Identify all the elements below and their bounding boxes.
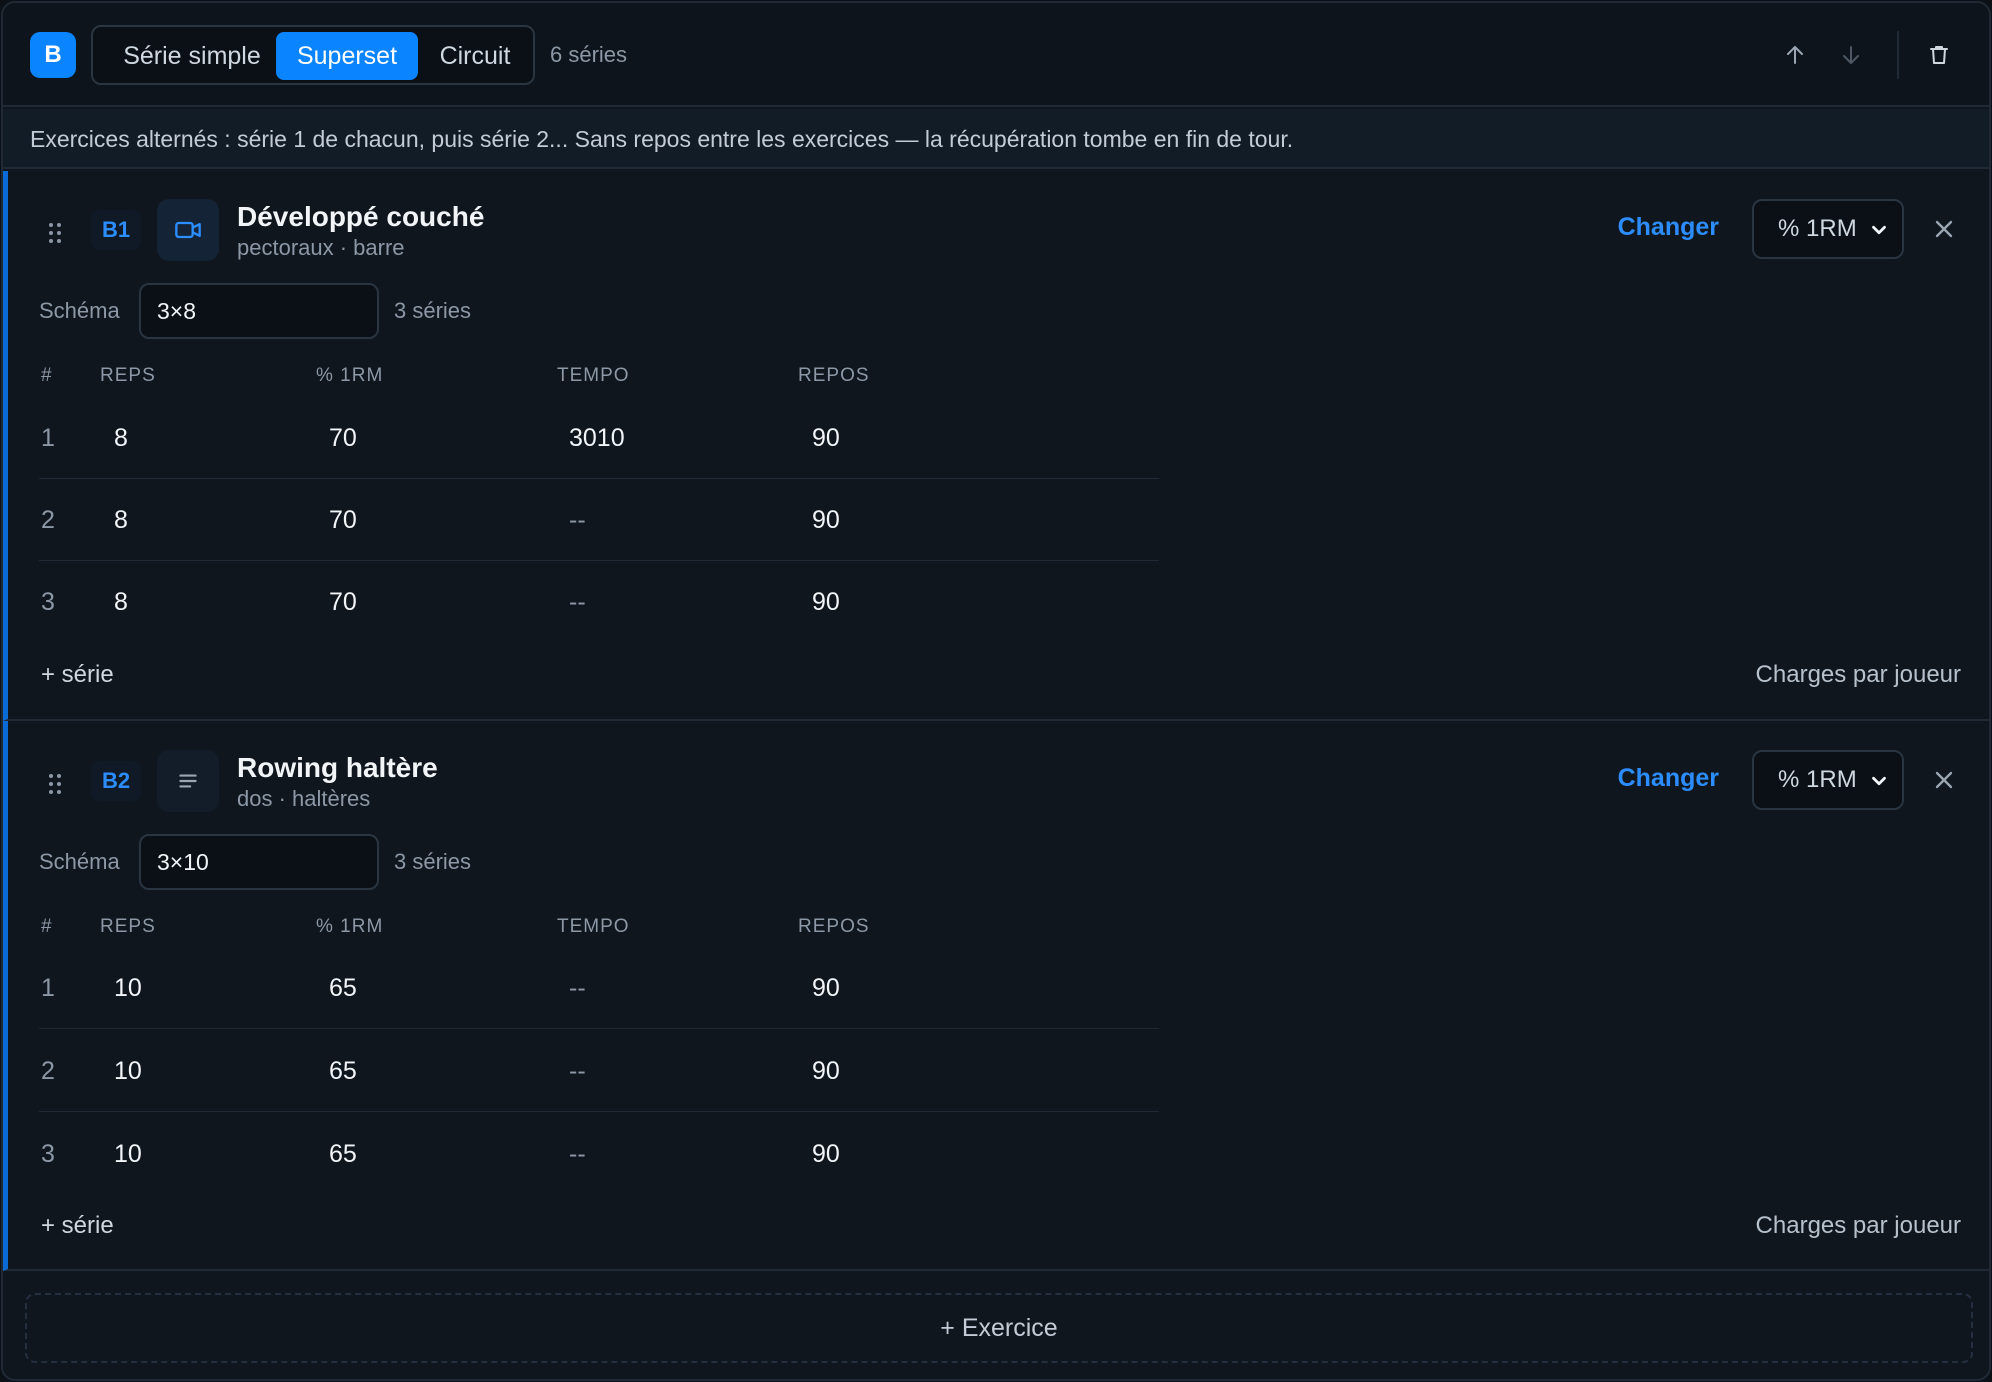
- exercise-card-b1: B1 Développé couché pectoraux · barre Ch…: [3, 171, 1989, 721]
- schema-label: Schéma: [39, 849, 120, 874]
- superset-block: B Série simple Superset Circuit 6 séries…: [1, 1, 1991, 1381]
- row-index: 1: [41, 974, 55, 1002]
- mode-superset-button[interactable]: Superset: [276, 32, 418, 80]
- table-row: 3 8 70 -- 90: [39, 561, 1159, 643]
- chevron-down-icon: [1872, 225, 1886, 235]
- percent-cell[interactable]: 70: [329, 479, 357, 561]
- schema-input[interactable]: [139, 283, 379, 339]
- rest-cell[interactable]: 90: [812, 1030, 840, 1112]
- block-info-text: Exercices alternés : série 1 de chacun, …: [3, 109, 1989, 169]
- column-header-reps: REPS: [100, 365, 156, 386]
- reps-cell[interactable]: 10: [114, 1113, 142, 1195]
- percent-cell[interactable]: 70: [329, 397, 357, 479]
- block-letter-badge: B: [30, 32, 76, 78]
- reps-cell[interactable]: 10: [114, 947, 142, 1029]
- add-series-button[interactable]: + série: [41, 661, 114, 689]
- schema-input[interactable]: [139, 834, 379, 890]
- tempo-cell[interactable]: --: [569, 479, 586, 561]
- load-unit-select[interactable]: % 1RM: [1752, 199, 1904, 259]
- change-exercise-link[interactable]: Changer: [1618, 764, 1719, 793]
- chevron-down-icon: [1872, 776, 1886, 786]
- block-header: B Série simple Superset Circuit 6 séries: [3, 3, 1989, 107]
- percent-cell[interactable]: 70: [329, 561, 357, 643]
- schema-series-count: 3 séries: [394, 849, 472, 874]
- delete-block-button[interactable]: [1921, 37, 1957, 73]
- rest-cell[interactable]: 90: [812, 397, 840, 479]
- drag-handle-icon[interactable]: [46, 772, 64, 796]
- row-index: 1: [41, 424, 55, 452]
- row-index: 2: [41, 1057, 55, 1085]
- schema-label: Schéma: [39, 298, 120, 323]
- block-series-count: 6 séries: [550, 42, 628, 67]
- load-unit-value: % 1RM: [1778, 215, 1857, 242]
- tempo-cell[interactable]: --: [569, 947, 586, 1029]
- charges-par-joueur-link[interactable]: Charges par joueur: [1756, 1212, 1961, 1240]
- rest-cell[interactable]: 90: [812, 1113, 840, 1195]
- exercise-card-b2: B2 Rowing haltère dos · haltères Changer…: [3, 721, 1989, 1271]
- load-unit-value: % 1RM: [1778, 766, 1857, 793]
- table-row: 2 10 65 -- 90: [39, 1030, 1159, 1112]
- percent-cell[interactable]: 65: [329, 947, 357, 1029]
- add-exercise-button[interactable]: + Exercice: [25, 1293, 1973, 1363]
- row-index: 2: [41, 506, 55, 534]
- header-separator: [1897, 31, 1899, 79]
- rest-cell[interactable]: 90: [812, 947, 840, 1029]
- mode-circuit-button[interactable]: Circuit: [419, 32, 531, 80]
- remove-exercise-close-icon[interactable]: [1930, 766, 1958, 794]
- move-up-button[interactable]: [1777, 37, 1813, 73]
- charges-par-joueur-link[interactable]: Charges par joueur: [1756, 661, 1961, 689]
- tempo-cell[interactable]: 3010: [569, 397, 625, 479]
- percent-cell[interactable]: 65: [329, 1113, 357, 1195]
- reps-cell[interactable]: 8: [114, 397, 128, 479]
- mode-serie-simple-button[interactable]: Série simple: [101, 32, 283, 80]
- column-header-reps: REPS: [100, 916, 156, 937]
- exercise-subtitle: dos · haltères: [237, 786, 371, 811]
- exercise-name: Rowing haltère: [237, 752, 438, 783]
- column-header-tempo: TEMPO: [557, 916, 630, 937]
- column-header-index: #: [41, 916, 53, 937]
- trash-icon: [1930, 46, 1948, 64]
- table-row: 2 8 70 -- 90: [39, 479, 1159, 561]
- table-row: 1 8 70 3010 90: [39, 397, 1159, 479]
- text-lines-icon: [179, 774, 197, 788]
- arrow-up-icon: [1787, 46, 1803, 64]
- exercise-code: B2: [91, 761, 141, 801]
- reps-cell[interactable]: 10: [114, 1030, 142, 1112]
- arrow-down-icon: [1843, 46, 1859, 64]
- percent-cell[interactable]: 65: [329, 1030, 357, 1112]
- table-row: 3 10 65 -- 90: [39, 1113, 1159, 1195]
- exercise-media-button[interactable]: [157, 199, 219, 261]
- remove-exercise-close-icon[interactable]: [1930, 215, 1958, 243]
- change-exercise-link[interactable]: Changer: [1618, 213, 1719, 242]
- drag-handle-icon[interactable]: [46, 221, 64, 245]
- add-series-button[interactable]: + série: [41, 1212, 114, 1240]
- row-index: 3: [41, 588, 55, 616]
- column-header-percent-1rm: % 1RM: [316, 916, 384, 937]
- reps-cell[interactable]: 8: [114, 561, 128, 643]
- table-row: 1 10 65 -- 90: [39, 947, 1159, 1029]
- video-camera-icon: [175, 221, 201, 239]
- tempo-cell[interactable]: --: [569, 561, 586, 643]
- column-header-repos: REPOS: [798, 916, 870, 937]
- load-unit-select[interactable]: % 1RM: [1752, 750, 1904, 810]
- tempo-cell[interactable]: --: [569, 1113, 586, 1195]
- exercise-code: B1: [91, 210, 141, 250]
- move-down-button[interactable]: [1833, 37, 1869, 73]
- rest-cell[interactable]: 90: [812, 479, 840, 561]
- column-header-percent-1rm: % 1RM: [316, 365, 384, 386]
- tempo-cell[interactable]: --: [569, 1030, 586, 1112]
- column-header-index: #: [41, 365, 53, 386]
- column-header-repos: REPOS: [798, 365, 870, 386]
- row-index: 3: [41, 1140, 55, 1168]
- mode-segmented-control: Série simple Superset Circuit: [91, 25, 535, 85]
- column-header-tempo: TEMPO: [557, 365, 630, 386]
- exercise-subtitle: pectoraux · barre: [237, 235, 405, 260]
- rest-cell[interactable]: 90: [812, 561, 840, 643]
- exercise-notes-button[interactable]: [157, 750, 219, 812]
- schema-series-count: 3 séries: [394, 298, 472, 323]
- reps-cell[interactable]: 8: [114, 479, 128, 561]
- exercise-name: Développé couché: [237, 201, 485, 232]
